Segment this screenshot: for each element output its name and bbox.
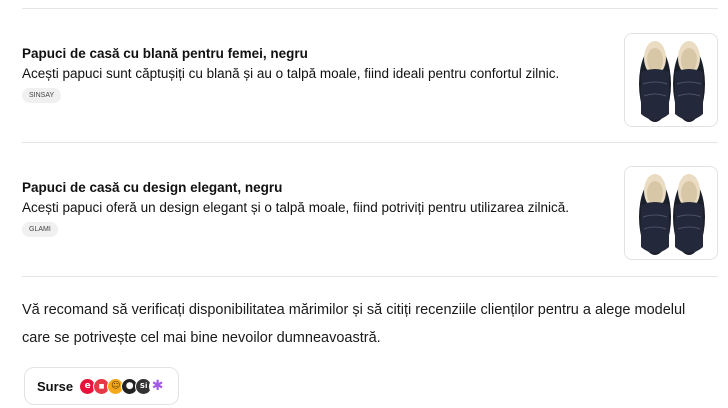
product-title[interactable]: Papuci de casă cu blană pentru femei, ne… xyxy=(22,45,718,63)
slippers-image-icon xyxy=(639,174,705,255)
product-card-1[interactable]: Papuci de casă cu blană pentru femei, ne… xyxy=(22,45,718,103)
summary-text: Vă recomand să verificați disponibilitat… xyxy=(22,302,686,346)
divider-top xyxy=(22,8,718,9)
sources-button[interactable]: Surse e ■ ☺ ● Si ✱ xyxy=(24,367,180,405)
product-card-2[interactable]: Papuci de casă cu design elegant, negru … xyxy=(22,179,718,237)
product-description: Acești papuci sunt căptușiți cu blană și… xyxy=(22,66,560,81)
product-description: Acești papuci oferă un design elegant și… xyxy=(22,200,570,215)
source-icons: e ■ ☺ ● Si ✱ xyxy=(79,377,167,395)
product-title[interactable]: Papuci de casă cu design elegant, negru xyxy=(22,179,718,197)
source-asterisk-icon: ✱ xyxy=(149,377,167,395)
divider-2 xyxy=(22,276,718,277)
source-badge[interactable]: GLAMI xyxy=(22,222,58,237)
slippers-image-icon xyxy=(639,41,705,122)
sources-label: Surse xyxy=(37,378,74,394)
source-badge[interactable]: SINSAY xyxy=(22,88,62,103)
product-image-2[interactable] xyxy=(624,166,718,260)
divider-1 xyxy=(22,142,718,143)
product-image-1[interactable] xyxy=(624,33,718,127)
